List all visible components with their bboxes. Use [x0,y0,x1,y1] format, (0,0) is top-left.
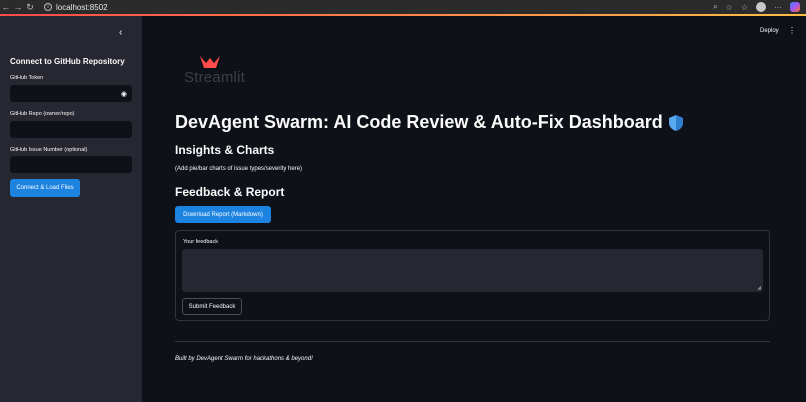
browser-actions: ⌕ ☆ ☆ ··· [713,2,806,12]
url-text[interactable]: localhost:8502 [56,3,108,12]
insights-heading: Insights & Charts [175,143,275,157]
github-token-input[interactable]: ◉ [10,85,132,102]
sidebar-title: Connect to GitHub Repository [10,57,125,66]
bookmark-star-icon[interactable]: ☆ [726,3,733,12]
resize-handle-icon[interactable]: ◢ [757,285,761,291]
reload-icon[interactable]: ↻ [24,1,36,13]
collapse-sidebar-icon[interactable]: ‹ [119,27,122,38]
connect-load-button[interactable]: Connect & Load Files [10,179,80,197]
main-menu-icon[interactable]: ⋮ [788,26,796,35]
feedback-heading: Feedback & Report [175,185,285,199]
forward-icon[interactable]: → [12,1,24,13]
github-repo-label: GitHub Repo (owner/repo) [10,111,75,117]
feedback-textarea[interactable]: ◢ [182,249,763,292]
feedback-form: Your feedback ◢ Submit Feedback [175,230,770,321]
shield-icon [668,114,683,131]
submit-feedback-button[interactable]: Submit Feedback [182,298,242,315]
show-password-icon[interactable]: ◉ [121,90,127,98]
main-content: Deploy ⋮ Streamlit DevAgent Swarm: AI Co… [142,16,806,402]
address-bar[interactable]: i localhost:8502 [44,1,108,13]
copilot-icon[interactable] [790,2,800,12]
github-issue-label: GitHub Issue Number (optional) [10,147,88,153]
github-repo-input[interactable] [10,121,132,138]
insights-caption: (Add pie/bar charts of issue types/sever… [175,166,303,172]
deploy-button[interactable]: Deploy [760,28,779,34]
page-title: DevAgent Swarm: AI Code Review & Auto-Fi… [175,112,683,133]
streamlit-logo-text: Streamlit [184,69,245,86]
download-report-button[interactable]: Download Report (Markdown) [175,206,271,223]
zoom-icon[interactable]: ⌕ [713,2,717,12]
favorites-icon[interactable]: ☆ [741,3,748,12]
sidebar: ‹ Connect to GitHub Repository GitHub To… [0,16,142,402]
streamlit-crown-icon [200,56,220,68]
divider [175,341,770,342]
profile-avatar[interactable] [756,2,766,12]
github-issue-input[interactable] [10,156,132,173]
footer-text: Built by DevAgent Swarm for hackathons &… [175,356,313,362]
feedback-label: Your feedback [183,239,218,245]
browser-toolbar: ← → ↻ i localhost:8502 ⌕ ☆ ☆ ··· [0,0,806,14]
more-icon[interactable]: ··· [774,3,782,12]
back-icon[interactable]: ← [0,1,12,13]
page-title-text: DevAgent Swarm: AI Code Review & Auto-Fi… [175,112,663,132]
github-token-label: GitHub Token [10,75,44,81]
site-info-icon[interactable]: i [44,3,52,11]
